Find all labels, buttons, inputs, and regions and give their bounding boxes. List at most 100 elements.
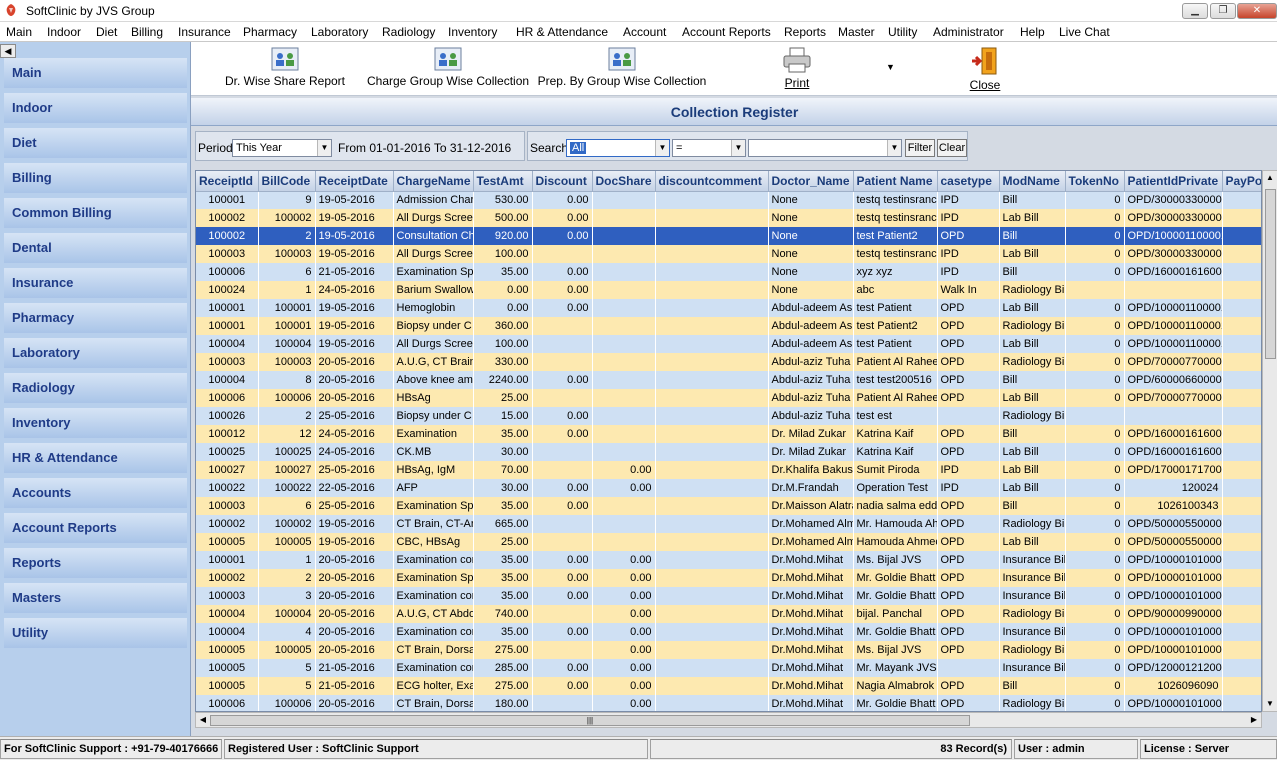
scroll-down-icon[interactable]: ▼ xyxy=(1263,697,1277,711)
column-header[interactable]: Patient Name xyxy=(853,171,938,192)
column-header[interactable]: ModName xyxy=(999,171,1066,192)
sidebar-item-billing[interactable]: Billing xyxy=(4,163,187,193)
menu-billing[interactable]: Billing xyxy=(131,25,163,39)
table-row[interactable]: 100025 100025 24-05-2016 CK.MB 30.00 Dr. Mila… xyxy=(196,443,1261,461)
sidebar-item-radiology[interactable]: Radiology xyxy=(4,373,187,403)
column-header[interactable]: Doctor_Name xyxy=(768,171,854,192)
sidebar-item-utility[interactable]: Utility xyxy=(4,618,187,648)
clear-button[interactable]: Clear xyxy=(937,139,967,157)
menu-indoor[interactable]: Indoor xyxy=(47,25,81,39)
table-row[interactable]: 100026 2 25-05-2016 Biopsy under C 15.00 0.00… xyxy=(196,407,1261,425)
table-row[interactable]: 100005 100005 19-05-2016 CBC, HBsAg 25.00 Dr.… xyxy=(196,533,1261,551)
charge-group-collection-button[interactable]: Charge Group Wise Collection xyxy=(367,46,529,94)
column-header[interactable]: ChargeName xyxy=(393,171,474,192)
column-header[interactable]: ReceiptDate xyxy=(315,171,394,192)
horizontal-scroll-thumb[interactable]: ||| xyxy=(210,715,970,726)
menu-hr-attendance[interactable]: HR & Attendance xyxy=(516,25,608,39)
table-row[interactable]: 100006 6 21-05-2016 Examination Spe 35.00 0.0… xyxy=(196,263,1261,281)
close-button[interactable]: Close xyxy=(965,46,1005,94)
table-row[interactable]: 100001 100001 19-05-2016 Hemoglobin 0.00 0.00… xyxy=(196,299,1261,317)
table-row[interactable]: 100001 100001 19-05-2016 Biopsy under C 360.… xyxy=(196,317,1261,335)
table-row[interactable]: 100004 8 20-05-2016 Above knee am 2240.00 0.0… xyxy=(196,371,1261,389)
sidebar-item-diet[interactable]: Diet xyxy=(4,128,187,158)
menu-pharmacy[interactable]: Pharmacy xyxy=(243,25,297,39)
menu-reports[interactable]: Reports xyxy=(784,25,826,39)
column-header[interactable]: DocShare xyxy=(592,171,656,192)
sidebar-item-reports[interactable]: Reports xyxy=(4,548,187,578)
sidebar-item-accounts[interactable]: Accounts xyxy=(4,478,187,508)
table-row[interactable]: 100003 3 20-05-2016 Examination cor 35.00 0.0… xyxy=(196,587,1261,605)
sidebar-item-indoor[interactable]: Indoor xyxy=(4,93,187,123)
sidebar-collapse-button[interactable]: ◀ xyxy=(0,44,16,58)
column-header[interactable]: PatientIdPrivate xyxy=(1124,171,1223,192)
table-row[interactable]: 100003 6 25-05-2016 Examination Spe 35.00 0.0… xyxy=(196,497,1261,515)
table-row[interactable]: 100012 12 24-05-2016 Examination 35.00 0.00 Dr… xyxy=(196,425,1261,443)
sidebar-item-dental[interactable]: Dental xyxy=(4,233,187,263)
table-row[interactable]: 100002 100002 19-05-2016 All Durgs Scree 500… xyxy=(196,209,1261,227)
sidebar-item-insurance[interactable]: Insurance xyxy=(4,268,187,298)
print-button[interactable]: Print xyxy=(775,46,819,94)
table-row[interactable]: 100002 2 19-05-2016 Consultation Ch 920.00 0.… xyxy=(196,227,1261,245)
menu-diet[interactable]: Diet xyxy=(96,25,117,39)
maximize-button[interactable]: ❐ xyxy=(1210,3,1236,19)
scroll-left-icon[interactable]: ◀ xyxy=(196,713,210,727)
vertical-scrollbar[interactable]: ▲ ▼ xyxy=(1262,170,1277,712)
menu-radiology[interactable]: Radiology xyxy=(382,25,435,39)
filter-button[interactable]: Filter xyxy=(905,139,935,157)
column-header[interactable]: discountcomment xyxy=(655,171,769,192)
column-header[interactable]: PayPo xyxy=(1222,171,1261,192)
prep-group-collection-button[interactable]: Prep. By Group Wise Collection xyxy=(537,46,707,94)
sidebar-item-pharmacy[interactable]: Pharmacy xyxy=(4,303,187,333)
sidebar-item-hr-attendance[interactable]: HR & Attendance xyxy=(4,443,187,473)
table-row[interactable]: 100024 1 24-05-2016 Barium Swallow 0.00 0.00 N… xyxy=(196,281,1261,299)
table-row[interactable]: 100027 100027 25-05-2016 HBsAg, IgM 70.00 0.0… xyxy=(196,461,1261,479)
column-header[interactable]: ReceiptId xyxy=(196,171,259,192)
scroll-up-icon[interactable]: ▲ xyxy=(1263,171,1277,185)
table-row[interactable]: 100001 9 19-05-2016 Admission Char 530.00 0.0… xyxy=(196,191,1261,209)
dr-wise-share-report-button[interactable]: Dr. Wise Share Report xyxy=(215,46,355,94)
minimize-button[interactable]: ▁ xyxy=(1182,3,1208,19)
period-select[interactable]: This Year ▼ xyxy=(232,139,332,157)
sidebar-item-laboratory[interactable]: Laboratory xyxy=(4,338,187,368)
table-row[interactable]: 100006 100006 20-05-2016 HBsAg 25.00 Abdul-az… xyxy=(196,389,1261,407)
table-row[interactable]: 100002 100002 19-05-2016 CT Brain, CT-Ar 665… xyxy=(196,515,1261,533)
menu-utility[interactable]: Utility xyxy=(888,25,917,39)
search-field-select[interactable]: All ▼ xyxy=(566,139,670,157)
table-row[interactable]: 100005 5 21-05-2016 Examination cor 285.00 0.… xyxy=(196,659,1261,677)
sidebar-item-masters[interactable]: Masters xyxy=(4,583,187,613)
table-row[interactable]: 100004 100004 20-05-2016 A.U.G, CT Abdo 740.… xyxy=(196,605,1261,623)
menu-inventory[interactable]: Inventory xyxy=(448,25,497,39)
menu-administrator[interactable]: Administrator xyxy=(933,25,1004,39)
menu-laboratory[interactable]: Laboratory xyxy=(311,25,368,39)
table-row[interactable]: 100001 1 20-05-2016 Examination cor 35.00 0.0… xyxy=(196,551,1261,569)
menu-account[interactable]: Account xyxy=(623,25,666,39)
column-header[interactable]: TestAmt xyxy=(473,171,533,192)
close-window-button[interactable]: ✕ xyxy=(1237,3,1277,19)
search-value-select[interactable]: ▼ xyxy=(748,139,902,157)
table-row[interactable]: 100006 100006 20-05-2016 CT Brain, Dorsa 180… xyxy=(196,695,1261,711)
menu-help[interactable]: Help xyxy=(1020,25,1045,39)
operator-select[interactable]: = ▼ xyxy=(672,139,746,157)
menu-live-chat[interactable]: Live Chat xyxy=(1059,25,1110,39)
menu-main[interactable]: Main xyxy=(6,25,32,39)
scroll-right-icon[interactable]: ▶ xyxy=(1247,713,1261,727)
table-row[interactable]: 100005 5 21-05-2016 ECG holter, Exa 275.00 0.… xyxy=(196,677,1261,695)
table-row[interactable]: 100004 100004 19-05-2016 All Durgs Scree 100… xyxy=(196,335,1261,353)
table-row[interactable]: 100022 100022 22-05-2016 AFP 30.00 0.00 0.00 Dr… xyxy=(196,479,1261,497)
print-dropdown-icon[interactable]: ▼ xyxy=(886,62,895,72)
sidebar-item-inventory[interactable]: Inventory xyxy=(4,408,187,438)
table-row[interactable]: 100004 4 20-05-2016 Examination cor 35.00 0.0… xyxy=(196,623,1261,641)
sidebar-item-common-billing[interactable]: Common Billing xyxy=(4,198,187,228)
column-header[interactable]: BillCode xyxy=(258,171,316,192)
sidebar-item-account-reports[interactable]: Account Reports xyxy=(4,513,187,543)
column-header[interactable]: casetype xyxy=(937,171,1000,192)
table-row[interactable]: 100005 100005 20-05-2016 CT Brain, Dorsa 275… xyxy=(196,641,1261,659)
table-row[interactable]: 100003 100003 19-05-2016 All Durgs Scree 100… xyxy=(196,245,1261,263)
horizontal-scrollbar[interactable]: ◀ ||| ▶ xyxy=(195,712,1262,728)
table-row[interactable]: 100003 100003 20-05-2016 A.U.G, CT Brain 330… xyxy=(196,353,1261,371)
menu-insurance[interactable]: Insurance xyxy=(178,25,231,39)
column-header[interactable]: Discount xyxy=(532,171,593,192)
menu-account-reports[interactable]: Account Reports xyxy=(682,25,771,39)
vertical-scroll-thumb[interactable] xyxy=(1265,189,1276,359)
sidebar-item-main[interactable]: Main xyxy=(4,58,187,88)
